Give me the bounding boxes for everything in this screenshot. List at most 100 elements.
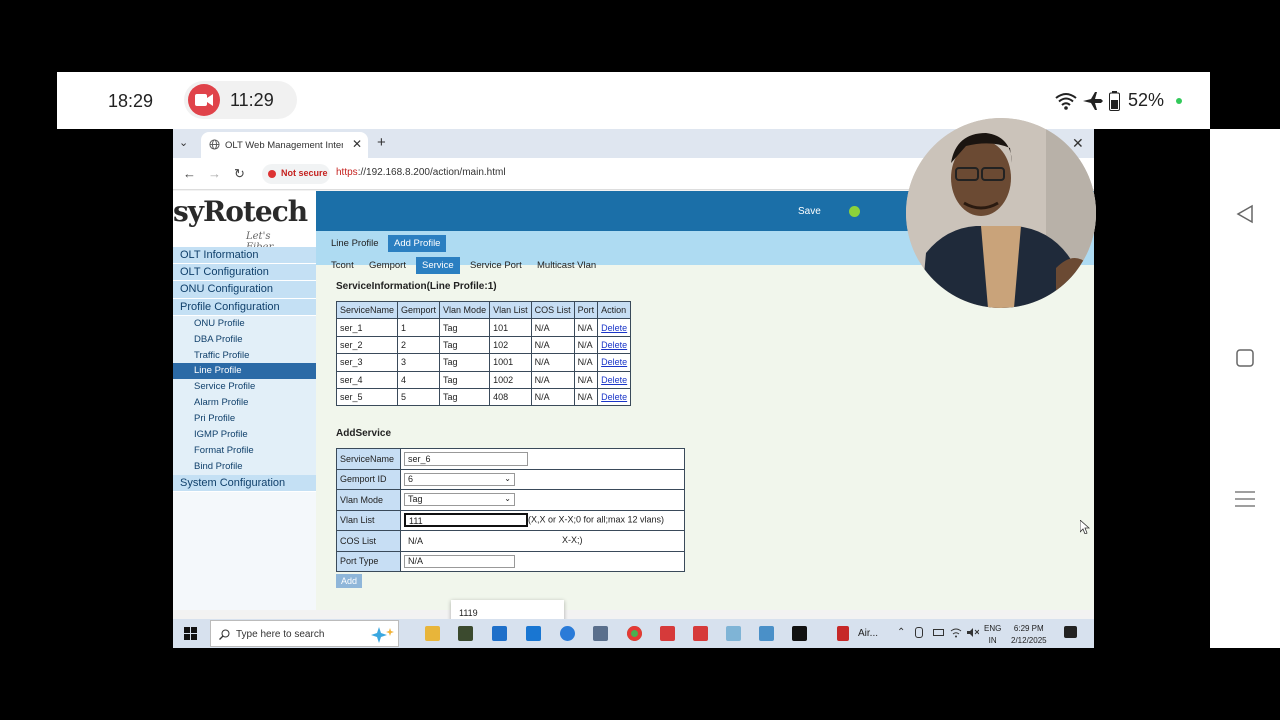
- sidebar-subitem-service-profile[interactable]: Service Profile: [173, 379, 316, 396]
- url-field[interactable]: https://192.168.8.200/action/main.html: [336, 167, 506, 178]
- tab-line-profile[interactable]: Line Profile: [325, 235, 385, 252]
- sidebar-subitem-line-profile[interactable]: Line Profile: [173, 363, 316, 380]
- cell-vlan-mode: Tag: [439, 318, 491, 337]
- column-header: Gemport: [397, 300, 441, 320]
- sidebar-subitem-format-profile[interactable]: Format Profile: [173, 442, 316, 459]
- delete-link[interactable]: Delete: [601, 340, 627, 350]
- terminal-icon[interactable]: [792, 626, 807, 641]
- app-red-icon[interactable]: [693, 626, 708, 641]
- add-button[interactable]: Add: [336, 574, 363, 588]
- cos-list-input[interactable]: N/A: [404, 533, 528, 548]
- outlook-icon[interactable]: [526, 626, 541, 641]
- gemport-id-label: Gemport ID: [336, 468, 401, 490]
- url-scheme: https: [336, 167, 358, 178]
- form-cell: Tag ⌄: [400, 489, 685, 511]
- taskbar-search[interactable]: Type here to search: [210, 620, 399, 647]
- column-header: Port: [573, 300, 599, 320]
- region-code: IN: [988, 636, 997, 645]
- vlan-mode-select[interactable]: Tag ⌄: [404, 493, 515, 507]
- form-row: Vlan Mode Tag ⌄: [336, 489, 685, 511]
- column-header: Vlan List: [489, 300, 532, 320]
- cos-list-label: COS List: [336, 530, 401, 552]
- sidebar-item-onu-configuration[interactable]: ONU Configuration: [173, 281, 316, 299]
- wifi-tray-icon[interactable]: [950, 627, 962, 638]
- home-icon[interactable]: [1235, 348, 1255, 368]
- port-type-select[interactable]: N/A: [404, 554, 515, 568]
- phone-status-bar: 18:29 11:29 52%: [57, 72, 1210, 129]
- network-app-icon[interactable]: [593, 626, 608, 641]
- add-service-form: ServiceName ser_6 Gemport ID 6 ⌄ Vlan Mod…: [336, 448, 685, 572]
- menu-icon[interactable]: [1235, 489, 1255, 509]
- subtab-service[interactable]: Service: [416, 257, 460, 274]
- window-close-icon[interactable]: ✕: [1072, 135, 1084, 152]
- sidebar-item-system-configuration[interactable]: System Configuration: [173, 474, 316, 492]
- subtab-service-port[interactable]: Service Port: [464, 257, 528, 274]
- phone-navigation-bar: [1210, 129, 1280, 648]
- reload-icon[interactable]: ↻: [234, 166, 245, 182]
- sidebar-item-olt-configuration[interactable]: OLT Configuration: [173, 264, 316, 282]
- app-icon[interactable]: [726, 626, 741, 641]
- back-icon[interactable]: [1235, 204, 1255, 224]
- air-app-icon[interactable]: [837, 626, 849, 641]
- security-indicator[interactable]: Not secure: [262, 164, 330, 184]
- language-indicator[interactable]: ENG IN: [984, 623, 1001, 647]
- cell-cos-list: N/A: [530, 387, 575, 407]
- edge-icon[interactable]: [560, 626, 575, 641]
- app-red-icon[interactable]: [660, 626, 675, 641]
- sidebar-subitem-bind-profile[interactable]: Bind Profile: [173, 458, 316, 475]
- sidebar-item-olt-information[interactable]: OLT Information: [173, 247, 316, 265]
- tab-list-chevron-icon[interactable]: ⌄: [179, 136, 188, 149]
- service-name-input[interactable]: ser_6: [404, 451, 528, 466]
- sidebar-subitem-dba-profile[interactable]: DBA Profile: [173, 331, 316, 348]
- subtab-gemport[interactable]: Gemport: [363, 257, 412, 274]
- chrome-icon[interactable]: [627, 626, 642, 641]
- store-icon[interactable]: [492, 626, 507, 641]
- search-placeholder: Type here to search: [236, 629, 325, 640]
- taskbar-clock[interactable]: 6:29 PM 2/12/2025: [1011, 623, 1047, 647]
- sidebar-item-profile-configuration[interactable]: Profile Configuration: [173, 298, 316, 316]
- chevron-up-icon[interactable]: ⌃: [897, 627, 905, 638]
- logo-wordmark: syRotech: [173, 195, 308, 228]
- notification-icon[interactable]: [1064, 626, 1077, 638]
- delete-link[interactable]: Delete: [601, 323, 627, 333]
- gemport-id-select[interactable]: 6 ⌄: [404, 472, 515, 486]
- forward-arrow-icon[interactable]: →: [208, 166, 221, 181]
- delete-link[interactable]: Delete: [601, 375, 627, 385]
- back-arrow-icon[interactable]: ←: [183, 166, 196, 181]
- battery-tray-icon[interactable]: [933, 629, 944, 636]
- sidebar-subitem-igmp-profile[interactable]: IGMP Profile: [173, 426, 316, 443]
- table-row: ser_5 5 Tag 408 N/A N/A Delete: [335, 387, 632, 407]
- form-row: Port Type N/A: [336, 550, 685, 572]
- app-icon[interactable]: [759, 626, 774, 641]
- column-header: Action: [597, 300, 632, 320]
- sidebar-subitem-traffic-profile[interactable]: Traffic Profile: [173, 347, 316, 364]
- sidebar-subitem-alarm-profile[interactable]: Alarm Profile: [173, 395, 316, 412]
- subtab-tcont[interactable]: Tcont: [325, 257, 360, 274]
- file-explorer-icon[interactable]: [425, 626, 440, 641]
- tab-close-icon[interactable]: ✕: [352, 137, 362, 151]
- app-icon[interactable]: [458, 626, 473, 641]
- meet-icon[interactable]: [915, 627, 923, 638]
- windows-start-icon[interactable]: [184, 627, 197, 640]
- new-tab-icon[interactable]: +: [377, 134, 386, 151]
- save-button[interactable]: Save: [798, 206, 821, 217]
- form-row: COS List N/A X-X;): [336, 530, 685, 552]
- service-information-title: ServiceInformation(Line Profile:1): [336, 281, 497, 292]
- form-cell: N/A: [400, 550, 685, 572]
- table-header-row: ServiceName Gemport Vlan Mode Vlan List …: [335, 300, 632, 320]
- sidebar-subitem-onu-profile[interactable]: ONU Profile: [173, 315, 316, 332]
- sidebar-subitem-pri-profile[interactable]: Pri Profile: [173, 411, 316, 427]
- subtab-multicast-vlan[interactable]: Multicast Vlan: [531, 257, 602, 274]
- speaker-muted-icon[interactable]: [967, 627, 979, 638]
- form-cell: ser_6: [400, 448, 685, 470]
- vlan-list-input[interactable]: 111: [404, 513, 528, 528]
- delete-link[interactable]: Delete: [601, 392, 627, 402]
- form-row: ServiceName ser_6: [336, 448, 685, 470]
- logo: syRotech Let's Fiber......: [173, 191, 316, 253]
- delete-link[interactable]: Delete: [601, 357, 627, 367]
- browser-tab[interactable]: OLT Web Management Interface ✕: [201, 132, 368, 158]
- screen-recording-indicator[interactable]: 11:29: [184, 81, 297, 119]
- tab-add-profile[interactable]: Add Profile: [388, 235, 447, 252]
- autocomplete-suggestion[interactable]: 1119: [459, 608, 478, 618]
- air-app-label[interactable]: Air...: [858, 628, 878, 639]
